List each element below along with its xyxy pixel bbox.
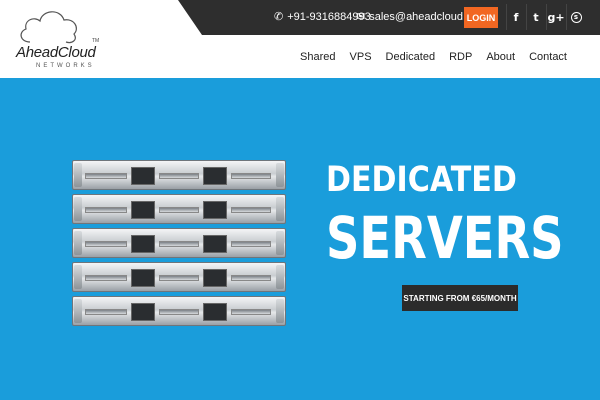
google-plus-icon[interactable]: g+ (546, 4, 565, 30)
skype-icon: s (570, 11, 582, 23)
brand-name: AheadCloud (16, 44, 96, 61)
nav-item-contact[interactable]: Contact (522, 51, 574, 63)
nav-item-rdp[interactable]: RDP (442, 51, 479, 63)
starting-price-badge[interactable]: STARTING FROM €65/MONTH (402, 285, 518, 311)
nav-item-about[interactable]: About (479, 51, 522, 63)
cloud-icon (20, 11, 77, 44)
hero-heading-line1: DEDICATED (326, 160, 517, 200)
nav-item-dedicated[interactable]: Dedicated (379, 51, 443, 63)
nav-item-shared[interactable]: Shared (293, 51, 342, 63)
skype-icon-button[interactable]: s (566, 4, 585, 30)
brand-subtitle: NETWORKS (36, 63, 95, 69)
server-unit (72, 296, 286, 326)
hero-heading-line2: SERVERS (326, 204, 564, 272)
main-nav: Shared VPS Dedicated RDP About Contact (293, 51, 574, 63)
login-button[interactable]: LOGIN (464, 7, 498, 28)
server-unit (72, 228, 286, 258)
envelope-icon: ✉ (356, 11, 366, 23)
phone-icon: ✆ (274, 11, 284, 23)
nav-item-vps[interactable]: VPS (343, 51, 379, 63)
server-rack-image (72, 160, 286, 328)
server-unit (72, 160, 286, 190)
trademark-mark: TM (92, 38, 100, 44)
brand-logo[interactable]: AheadCloud TM NETWORKS (14, 6, 104, 74)
facebook-icon[interactable]: f (506, 4, 525, 30)
server-unit (72, 262, 286, 292)
server-unit (72, 194, 286, 224)
twitter-icon[interactable]: t (526, 4, 545, 30)
